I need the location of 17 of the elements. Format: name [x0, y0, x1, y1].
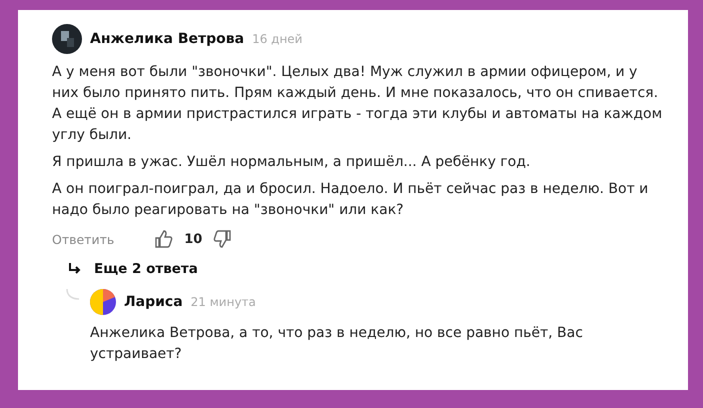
more-replies-button[interactable]: Еще 2 ответа: [68, 261, 198, 277]
thumbs-down-icon[interactable]: [212, 229, 232, 249]
author-name[interactable]: Лариса: [124, 294, 183, 310]
thread-line-icon: [66, 289, 80, 301]
author-name[interactable]: Анжелика Ветрова: [90, 31, 244, 47]
reply-time: 21 минута: [190, 295, 256, 309]
avatar-icon: [90, 289, 116, 315]
comment-text: А он поиграл-поиграл, да и бросил. Надоело. И пьёт сейчас раз в неделю. Вот и надо было реагировать на "звоночки" или как?: [52, 180, 650, 220]
like-count: 10: [184, 232, 202, 246]
comment-time: 16 дней: [252, 32, 302, 46]
thumbs-up-icon[interactable]: [154, 229, 174, 249]
comment-text: Я пришла в ужас. Ушёл нормальным, а пришёл... А ребёнку год.: [52, 153, 532, 172]
reply-text: Анжелика Ветрова, а то, что раз в неделю, но все равно пьёт, Вас устраивает?: [90, 324, 584, 364]
comment-text: А у меня вот были "звоночки". Целых два! Муж служил в армии офицером, и у них было принято пить. Прям каждый день. И мне показалось, что он спивается. А ещё он в армии пристрастился играть - тогда эти клубы и автоматы на каждом углу были.: [52, 63, 664, 145]
avatar-icon: [52, 24, 82, 54]
arrow-icon: [68, 262, 82, 276]
reply-link[interactable]: Ответить: [52, 232, 114, 246]
